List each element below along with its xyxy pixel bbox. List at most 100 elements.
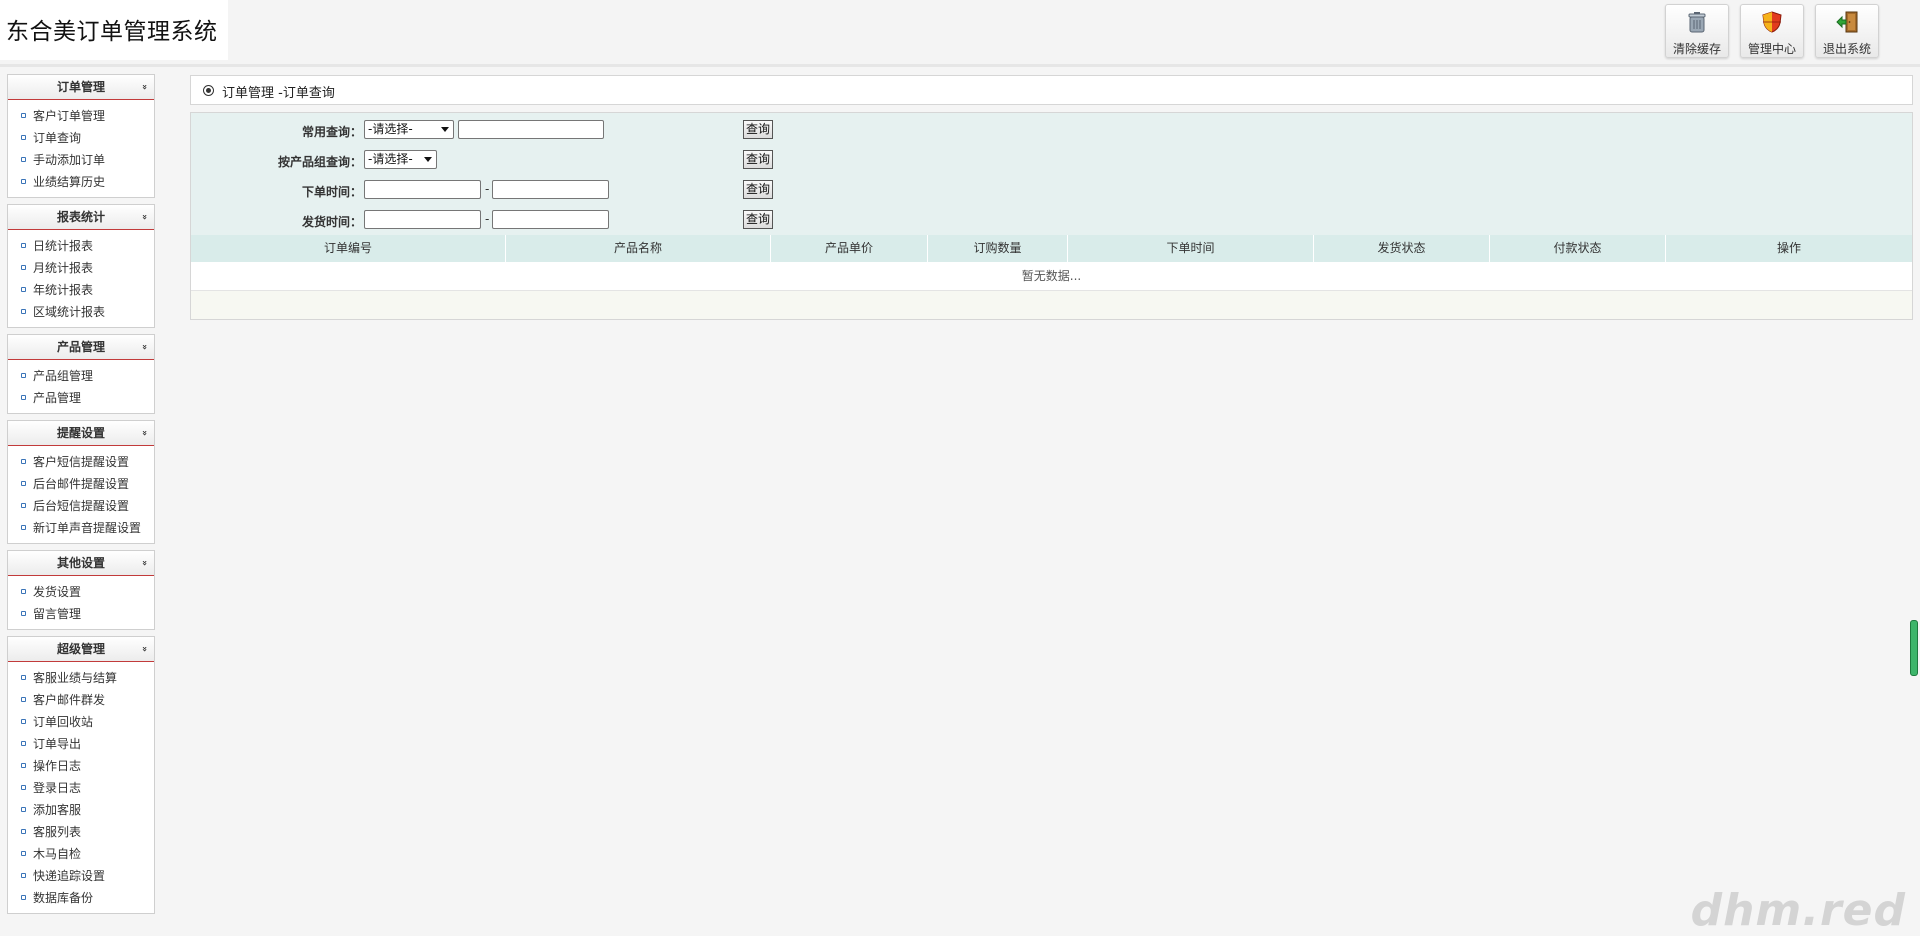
range-separator: - [485, 182, 490, 196]
chevron-down-icon [441, 127, 449, 132]
app-title: 东合美订单管理系统 [6, 19, 218, 45]
sidebar-menu-item[interactable]: 年统计报表 [8, 279, 154, 301]
column-header-actions: 操作 [1776, 241, 1801, 255]
sidebar-menu-item-label: 产品管理 [33, 391, 82, 405]
page-title-bar: 订单管理 -订单查询 [190, 75, 1913, 105]
admin-center-button[interactable]: 管理中心 [1740, 4, 1804, 58]
menu-group-title: 超级管理 [56, 642, 105, 656]
square-bullet-icon [21, 179, 26, 184]
square-bullet-icon [21, 113, 26, 118]
sidebar-menu-item[interactable]: 数据库备份 [8, 887, 154, 909]
menu-item-list: 客户短信提醒设置 后台邮件提醒设置后台短信提醒设置 新订单声音提醒设置 [8, 446, 154, 543]
sidebar-menu-item-label: 新订单声音提醒设置 [33, 521, 142, 535]
menu-group-header[interactable]: 报表统计 » [8, 205, 154, 230]
column-header-order-time: 下单时间 [1068, 235, 1314, 262]
menu-item-list: 客服业绩与结算 客户邮件群发订单回收站 订单导出操作日志登录日志 添加客服 客服列表木马… [8, 662, 154, 913]
clear-cache-button[interactable]: 清除缓存 [1665, 4, 1729, 58]
product-group-select[interactable]: -请选择- [364, 150, 437, 169]
common-query-input[interactable] [458, 120, 604, 139]
logout-button[interactable]: 退出系统 [1815, 4, 1879, 58]
sidebar-menu-item[interactable]: 订单回收站 [8, 711, 154, 733]
sidebar-menu-item-label: 年统计报表 [33, 283, 94, 297]
sidebar-menu-item[interactable]: 登录日志 [8, 777, 154, 799]
sidebar-menu-item[interactable]: 后台邮件提醒设置 [8, 473, 154, 495]
sidebar-menu-item-label: 手动添加订单 [33, 153, 106, 167]
column-header-order-id: 订单编号 [191, 235, 506, 262]
order-time-query-button[interactable]: 查询 [743, 180, 773, 199]
sidebar-menu-item[interactable]: 客户邮件群发 [8, 689, 154, 711]
menu-group-title: 报表统计 [56, 210, 105, 224]
product-group-query-row: 按产品组查询： -请选择- 查询 [191, 150, 1912, 170]
sidebar-menu-item[interactable]: 订单导出 [8, 733, 154, 755]
sidebar-menu-item-label: 区域统计报表 [33, 305, 106, 319]
menu-group-header[interactable]: 订单管理 » [8, 75, 154, 100]
menu-group-header[interactable]: 超级管理 » [8, 637, 154, 662]
menu-group-header[interactable]: 提醒设置 » [8, 421, 154, 446]
sidebar-menu-item-label: 客户邮件群发 [33, 693, 106, 707]
sidebar-menu-item[interactable]: 客户短信提醒设置 [8, 451, 154, 473]
ship-time-start-input[interactable] [364, 210, 481, 229]
admin-center-label: 管理中心 [1747, 42, 1796, 56]
sidebar-menu-item[interactable]: 客户订单管理 [8, 105, 154, 127]
menu-group: 产品管理» 产品组管理产品管理 [7, 334, 155, 414]
sidebar-menu-item-label: 木马自检 [33, 847, 82, 861]
sidebar-menu-item[interactable]: 客服列表 [8, 821, 154, 843]
menu-group-title: 提醒设置 [56, 426, 105, 440]
header-divider [0, 64, 1920, 67]
menu-group: 超级管理 » 客服业绩与结算 客户邮件群发 订单回收站 订单导出 操作日志 登录日志 添加客服客… [7, 636, 155, 914]
menu-group: 报表统计 » 日统计报表 月统计报表年统计报表区域统计报表 [7, 204, 155, 328]
sidebar-menu-item[interactable]: 添加客服 [8, 799, 154, 821]
menu-group-header[interactable]: 产品管理 » [8, 335, 154, 360]
order-time-end-input[interactable] [492, 180, 609, 199]
common-query-button[interactable]: 查询 [743, 120, 773, 139]
sidebar-menu-item[interactable]: 新订单声音提醒设置 [8, 517, 154, 539]
square-bullet-icon [21, 697, 26, 702]
chevron-down-icon [424, 157, 432, 162]
menu-item-list: 客户订单管理订单查询手动添加订单业绩结算历史 [8, 100, 154, 197]
ship-time-end-input[interactable] [492, 210, 609, 229]
order-time-start-input[interactable] [364, 180, 481, 199]
logo: 东合美订单管理系统 [0, 0, 228, 60]
sidebar-menu-item[interactable]: 快递追踪设置 [8, 865, 154, 887]
sidebar-menu-item[interactable]: 发货设置 [8, 581, 154, 603]
range-separator: - [485, 212, 490, 226]
sidebar-menu-item[interactable]: 产品管理 [8, 387, 154, 409]
sidebar-menu-item[interactable]: 区域统计报表 [8, 301, 154, 323]
chevron-double-down-icon: » [139, 214, 150, 220]
sidebar-menu-item[interactable]: 订单查询 [8, 127, 154, 149]
sidebar-menu-item[interactable]: 木马自检 [8, 843, 154, 865]
sidebar-menu-item-label: 发货设置 [33, 585, 82, 599]
breadcrumb: 订单管理 -订单查询 [222, 86, 335, 101]
sidebar-menu-item-label: 留言管理 [33, 607, 82, 621]
product-group-select-value: -请选择- [368, 152, 413, 166]
ship-time-query-button[interactable]: 查询 [743, 210, 773, 229]
watermark: dhm.red [1690, 885, 1906, 936]
top-header: 东合美订单管理系统 清除缓存 管理中心 退出系统 [0, 0, 1920, 65]
sidebar-menu-item-label: 客服业绩与结算 [33, 671, 118, 685]
common-query-select[interactable]: -请选择- [364, 120, 454, 139]
sidebar-menu-item[interactable]: 留言管理 [8, 603, 154, 625]
menu-group-header[interactable]: 其他设置 » [8, 551, 154, 576]
sidebar-menu-item[interactable]: 日统计报表 [8, 235, 154, 257]
shield-icon [1762, 11, 1782, 33]
sidebar-menu-item[interactable]: 业绩结算历史 [8, 171, 154, 193]
search-form: 常用查询： -请选择- 查询 按产品组查询： -请选择- 查询 下单时间： - … [191, 113, 1912, 235]
sidebar-menu-item[interactable]: 月统计报表 [8, 257, 154, 279]
square-bullet-icon [21, 157, 26, 162]
sidebar-menu-item[interactable]: 客服业绩与结算 [8, 667, 154, 689]
sidebar-menu-item-label: 后台短信提醒设置 [33, 499, 130, 513]
square-bullet-icon [21, 589, 26, 594]
square-bullet-icon [21, 807, 26, 812]
scrollbar-thumb[interactable] [1910, 620, 1918, 676]
product-group-query-button[interactable]: 查询 [743, 150, 773, 169]
sidebar-menu-item[interactable]: 操作日志 [8, 755, 154, 777]
square-bullet-icon [21, 135, 26, 140]
ship-time-query-row: 发货时间： - 查询 [191, 210, 1912, 230]
menu-item-list: 发货设置 留言管理 [8, 576, 154, 629]
sidebar-menu-item-label: 操作日志 [33, 759, 82, 773]
radio-bullet-icon [203, 85, 214, 96]
sidebar-menu-item[interactable]: 产品组管理 [8, 365, 154, 387]
sidebar-menu-item[interactable]: 后台短信提醒设置 [8, 495, 154, 517]
sidebar-menu-item[interactable]: 手动添加订单 [8, 149, 154, 171]
sidebar-menu-item-label: 客户订单管理 [33, 109, 106, 123]
